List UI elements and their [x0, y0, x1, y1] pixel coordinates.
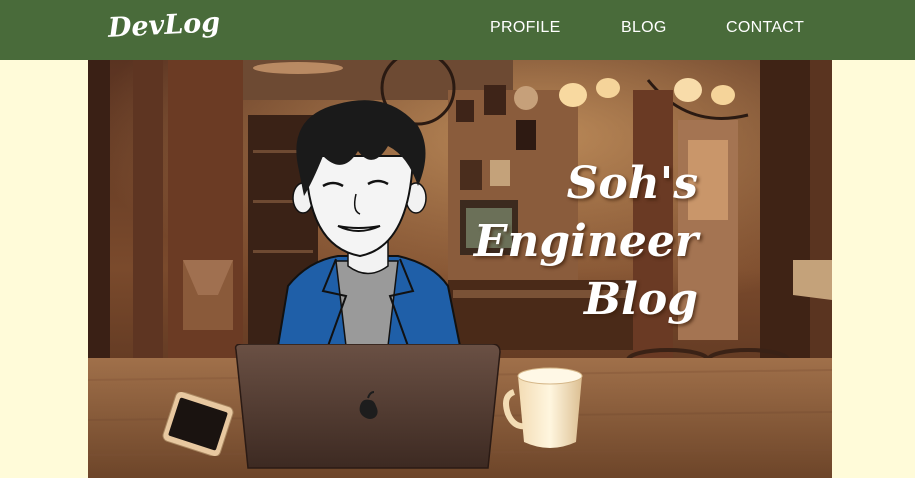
hero-title-line: Engineer	[473, 216, 698, 267]
nav-blog-link[interactable]: BLOG	[621, 19, 667, 37]
avatar-illustration	[276, 100, 462, 347]
hero-title: Soh's Engineer Blog	[474, 155, 698, 329]
hero-title-line: Blog	[583, 274, 698, 325]
smartphone-icon	[162, 392, 234, 456]
nav-contact-link[interactable]: CONTACT	[726, 19, 804, 37]
site-header: DevLog PROFILE BLOG CONTACT	[0, 0, 915, 60]
hero-banner: Soh's Engineer Blog	[88, 60, 832, 478]
laptop-icon	[234, 344, 501, 469]
coffee-cup-icon	[503, 367, 583, 448]
site-logo[interactable]: DevLog	[107, 7, 221, 44]
nav-profile-link[interactable]: PROFILE	[490, 19, 561, 37]
hero-title-line: Soh's	[566, 158, 698, 209]
